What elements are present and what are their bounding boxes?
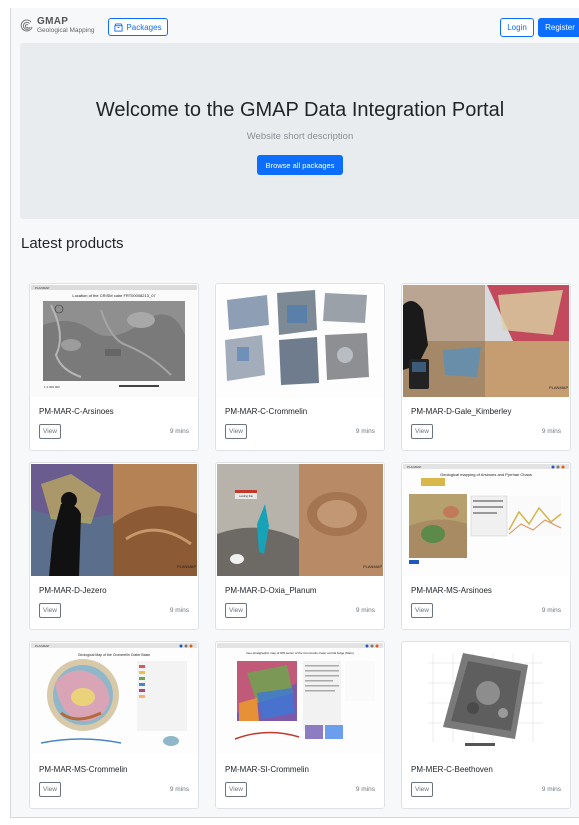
- product-title[interactable]: PM-MER-C-Beethoven: [411, 765, 493, 774]
- thumb-heading: Geo-stratigraphic map of NW sector of th…: [246, 651, 354, 655]
- product-thumbnail[interactable]: PLANMAP Geological mapping of Arsinoes a…: [403, 464, 569, 576]
- login-button[interactable]: Login: [500, 18, 534, 37]
- planmap-label: PLANMAP: [35, 644, 49, 648]
- view-button[interactable]: View: [39, 424, 61, 439]
- product-title[interactable]: PM-MAR-MS-Arsinoes: [411, 586, 492, 595]
- product-thumbnail[interactable]: [217, 285, 383, 397]
- product-title[interactable]: PM-MAR-D-Oxia_Planum: [225, 586, 317, 595]
- product-time: 9 mins: [541, 607, 561, 614]
- product-card[interactable]: PLANMAP Geological Map of the Crommelin …: [29, 641, 199, 809]
- package-icon: [114, 22, 123, 32]
- map-thumbnail-image: PLANMAP Geological mapping of Arsinoes a…: [403, 464, 569, 576]
- map-thumbnail-image: PLANMAP Geological Map of the Crommelin …: [31, 643, 197, 755]
- product-thumbnail[interactable]: PLANMAP Location of the CRISM cube FRT00…: [31, 285, 197, 397]
- hero-subtitle: Website short description: [246, 131, 354, 142]
- product-title[interactable]: PM-MAR-MS-Crommelin: [39, 765, 127, 774]
- view-button[interactable]: View: [411, 603, 433, 618]
- planmap-label: PLANMAP: [407, 465, 421, 469]
- product-time: 9 mins: [355, 786, 375, 793]
- product-title[interactable]: PM-MAR-C-Crommelin: [225, 407, 307, 416]
- product-title[interactable]: PM-MAR-C-Arsinoes: [39, 407, 114, 416]
- navbar: GMAP Geological Mapping Packages Login R…: [11, 8, 579, 44]
- gmap-logo-icon: [20, 19, 33, 32]
- section-title: Latest products: [21, 235, 124, 252]
- packages-button[interactable]: Packages: [108, 18, 168, 36]
- map-thumbnail-image: PLANMAP Location of the CRISM cube FRT00…: [31, 285, 197, 397]
- product-card[interactable]: PLANMAP PM-MAR-D-Jezero View 9 mins: [29, 462, 199, 630]
- hero-title: Welcome to the GMAP Data Integration Por…: [95, 99, 505, 121]
- product-thumbnail[interactable]: PLANMAP Geological Map of the Crommelin …: [31, 643, 197, 755]
- product-time: 9 mins: [355, 428, 375, 435]
- view-button[interactable]: View: [411, 424, 433, 439]
- planmap-label: PLANMAP: [35, 286, 49, 290]
- product-card[interactable]: Geo-stratigraphic map of NW sector of th…: [215, 641, 385, 809]
- thumb-heading: Geological mapping of Arsinoes and Pyrrh…: [440, 472, 532, 477]
- product-thumbnail[interactable]: PLANMAP: [403, 285, 569, 397]
- product-time: 9 mins: [169, 607, 189, 614]
- product-thumbnail[interactable]: Geo-stratigraphic map of NW sector of th…: [217, 643, 383, 755]
- product-card[interactable]: PLANMAP PM-MAR-D-Gale_Kimberley View 9 m…: [401, 283, 571, 451]
- product-card[interactable]: PM-MER-C-Beethoven View 9 mins: [401, 641, 571, 809]
- vr-photo-thumbnail-image: PLANMAP: [403, 285, 569, 397]
- product-time: 9 mins: [169, 428, 189, 435]
- thumb-heading: Geological Map of the Crommelin Crater B…: [78, 653, 150, 657]
- brand-subtitle: Geological Mapping: [37, 27, 95, 34]
- product-title[interactable]: PM-MAR-SI-Crommelin: [225, 765, 309, 774]
- thumb-scale: 1:1.000.000: [44, 385, 60, 389]
- page-frame: GMAP Geological Mapping Packages Login R…: [10, 8, 579, 818]
- planmap-label: PLANMAP: [549, 385, 568, 390]
- product-time: 9 mins: [169, 786, 189, 793]
- product-time: 9 mins: [541, 786, 561, 793]
- view-button[interactable]: View: [225, 782, 247, 797]
- product-card[interactable]: PLANMAP Geological mapping of Arsinoes a…: [401, 462, 571, 630]
- product-card[interactable]: Landing Site PLANMAP PM-MAR-D-Oxia_Planu…: [215, 462, 385, 630]
- product-thumbnail[interactable]: Landing Site PLANMAP: [217, 464, 383, 576]
- thumb-heading: Location of the CRISM cube FRT00008213_0…: [72, 293, 156, 298]
- product-time: 9 mins: [355, 607, 375, 614]
- view-button[interactable]: View: [411, 782, 433, 797]
- product-thumbnail[interactable]: [403, 643, 569, 755]
- vr-photo-thumbnail-image: Landing Site PLANMAP: [217, 464, 383, 576]
- vr-photo-thumbnail-image: PLANMAP: [31, 464, 197, 576]
- packages-label: Packages: [126, 22, 162, 32]
- product-title[interactable]: PM-MAR-D-Gale_Kimberley: [411, 407, 511, 416]
- planmap-label: PLANMAP: [177, 564, 196, 569]
- view-button[interactable]: View: [39, 603, 61, 618]
- view-button[interactable]: View: [39, 782, 61, 797]
- landing-sign: Landing Site: [239, 495, 254, 498]
- map-thumbnail-image: Geo-stratigraphic map of NW sector of th…: [217, 643, 383, 755]
- view-button[interactable]: View: [225, 424, 247, 439]
- planmap-label: PLANMAP: [363, 564, 382, 569]
- product-card[interactable]: PM-MAR-C-Crommelin View 9 mins: [215, 283, 385, 451]
- product-time: 9 mins: [541, 428, 561, 435]
- product-thumbnail[interactable]: PLANMAP: [31, 464, 197, 576]
- brand-logo[interactable]: GMAP Geological Mapping: [20, 15, 112, 37]
- map-thumbnail-image: [217, 285, 383, 397]
- view-button[interactable]: View: [225, 603, 247, 618]
- map-thumbnail-image: [403, 643, 569, 755]
- register-button[interactable]: Register: [538, 18, 579, 37]
- browse-packages-button[interactable]: Browse all packages: [257, 155, 343, 175]
- brand-title: GMAP: [37, 16, 69, 27]
- product-title[interactable]: PM-MAR-D-Jezero: [39, 586, 107, 595]
- product-card[interactable]: PLANMAP Location of the CRISM cube FRT00…: [29, 283, 199, 451]
- hero-banner: Welcome to the GMAP Data Integration Por…: [20, 43, 579, 219]
